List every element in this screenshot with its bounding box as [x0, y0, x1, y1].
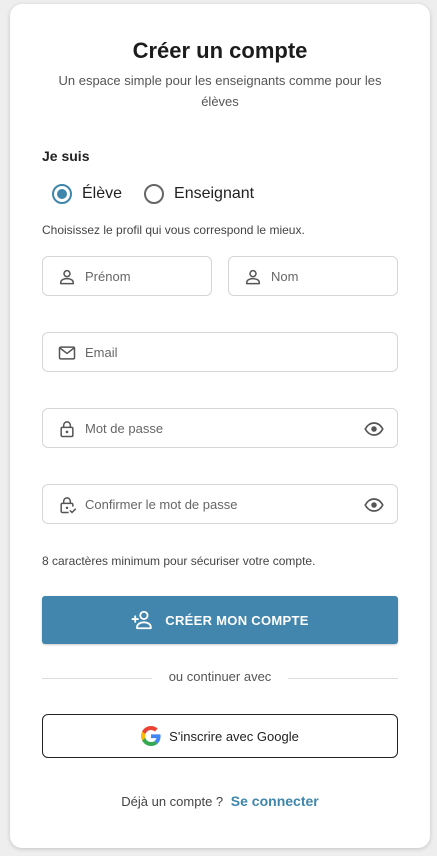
radio-unchecked-icon[interactable] — [144, 184, 165, 204]
radio-dot — [57, 189, 67, 199]
divider-line-right — [288, 678, 398, 679]
lock-icon — [60, 421, 74, 438]
role-option-label: Élève — [82, 185, 123, 202]
user-icon — [60, 269, 74, 285]
role-label: Je suis — [42, 148, 90, 164]
create-account-label: CRÉER MON COMPTE — [165, 612, 309, 628]
page-title: Créer un compte — [132, 38, 308, 63]
last-name-input[interactable] — [271, 257, 357, 295]
create-account-button[interactable]: CRÉER MON COMPTE — [42, 596, 398, 644]
add-user-icon — [131, 610, 152, 630]
password-field — [42, 408, 398, 448]
login-prompt-text: Déjà un compte ? — [121, 794, 224, 809]
login-link[interactable]: Se connecter — [231, 793, 319, 809]
eye-icon[interactable] — [363, 495, 385, 515]
login-prompt: Déjà un compte ? Se connecter — [10, 793, 430, 809]
first-name-input[interactable] — [85, 257, 171, 295]
first-name-field — [42, 256, 212, 296]
page-subtitle: Un espace simple pour les enseignants co… — [58, 73, 382, 109]
password-input[interactable] — [85, 409, 357, 447]
google-signup-label: S'inscrire avec Google — [169, 728, 299, 744]
lock-check-icon — [60, 497, 77, 514]
email-field — [42, 332, 398, 372]
role-helper-text: Choisissez le profil qui vous correspond… — [42, 223, 305, 237]
google-icon — [141, 726, 161, 746]
signup-card: Créer un compte Un espace simple pour le… — [10, 4, 430, 848]
divider-text: ou continuer avec — [168, 669, 272, 684]
role-option-label: Enseignant — [174, 185, 255, 202]
or-divider: ou continuer avec — [42, 669, 398, 687]
password-hint: 8 caractères minimum pour sécuriser votr… — [42, 554, 316, 568]
last-name-field — [228, 256, 398, 296]
role-option-enseignant[interactable]: Enseignant — [144, 184, 254, 204]
confirm-password-input[interactable] — [85, 485, 357, 523]
role-radio-group: Élève Enseignant — [52, 184, 276, 204]
radio-checked-icon[interactable] — [52, 184, 72, 204]
email-input[interactable] — [85, 333, 357, 371]
role-option-eleve[interactable]: Élève — [52, 184, 122, 204]
eye-icon[interactable] — [363, 419, 385, 439]
user-icon — [246, 269, 260, 285]
confirm-password-field — [42, 484, 398, 524]
google-signup-button[interactable]: S'inscrire avec Google — [42, 714, 398, 758]
mail-icon — [58, 346, 76, 360]
